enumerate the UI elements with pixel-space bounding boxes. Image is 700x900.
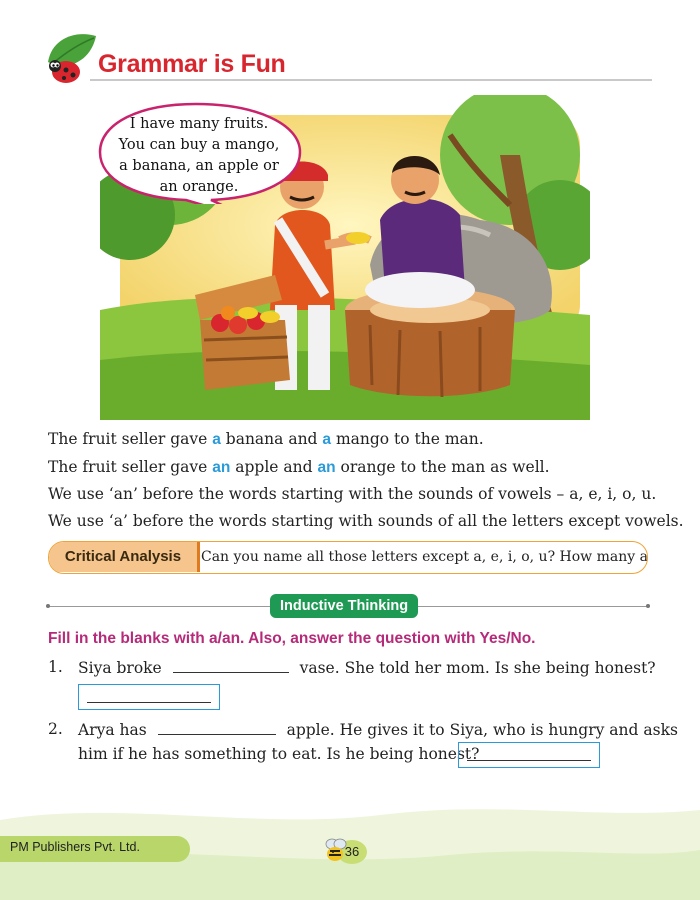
article-highlight: an [212, 459, 231, 476]
speech-line: an orange. [159, 179, 239, 195]
article-highlight: an [317, 459, 336, 476]
article-highlight: a [212, 431, 221, 448]
sentence-2: The fruit seller gave an apple and an or… [48, 458, 550, 476]
question-2-text: Arya has apple. He gives it to Siya, who… [78, 720, 678, 739]
question-1-text: Siya broke vase. She told her mom. Is sh… [78, 658, 656, 677]
divider-dot [646, 604, 650, 608]
critical-analysis-question: Can you name all those letters except a,… [201, 549, 648, 565]
answer-box-1[interactable] [78, 684, 220, 710]
critical-analysis-box: Critical Analysis Can you name all those… [48, 541, 648, 574]
sentence-4: We use ‘a’ before the words starting wit… [48, 512, 684, 530]
critical-analysis-label: Critical Analysis [49, 542, 200, 572]
page-number: 36 [344, 844, 360, 859]
fill-blank-2[interactable] [157, 720, 276, 735]
sentence-3: We use ‘an’ before the words starting wi… [48, 485, 657, 503]
publisher-name: PM Publishers Pvt. Ltd. [10, 840, 140, 854]
fill-blank-1[interactable] [172, 658, 289, 673]
article-highlight: a [322, 431, 332, 448]
header-divider [90, 79, 652, 81]
speech-line: You can buy a mango, [118, 137, 280, 153]
question-2-number: 2. [48, 720, 63, 738]
question-2-text-cont: him if he has something to eat. Is he be… [78, 745, 480, 763]
page-title: Grammar is Fun [98, 50, 286, 78]
ladybug-leaf-icon [48, 34, 96, 83]
divider-dot [46, 604, 50, 608]
inductive-thinking-badge: Inductive Thinking [270, 594, 419, 618]
speech-line: I have many fruits. [129, 116, 269, 132]
exercise-instruction: Fill in the blanks with a/an. Also, answ… [48, 630, 536, 647]
speech-bubble-text: I have many fruits. You can buy a mango,… [106, 114, 292, 198]
answer-box-2[interactable] [458, 742, 600, 768]
question-1-number: 1. [48, 658, 63, 676]
speech-line: a banana, an apple or [119, 158, 279, 174]
sentence-1: The fruit seller gave a banana and a man… [48, 430, 484, 448]
